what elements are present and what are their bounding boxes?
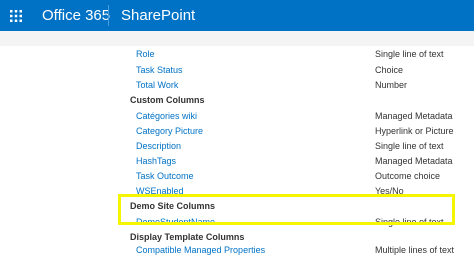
list-item: Catégories wiki Managed Metadata — [0, 108, 474, 124]
column-name-link[interactable]: HashTags — [136, 153, 176, 169]
column-type: Managed Metadata — [375, 111, 453, 121]
column-name-link[interactable]: Total Work — [136, 77, 178, 93]
list-item: Category Picture Hyperlink or Picture — [0, 123, 474, 139]
column-name-link[interactable]: Compatible Managed Properties — [136, 242, 265, 258]
list-item: Total Work Number — [0, 77, 474, 93]
column-type: Number — [375, 80, 408, 90]
column-name-link[interactable]: Category Picture — [136, 123, 203, 139]
group-row: Demo Site Columns — [0, 198, 474, 214]
site-columns-list: Role Single line of text Task Status Cho… — [0, 46, 474, 255]
column-name-link[interactable]: Task Status — [136, 62, 183, 78]
list-item: Task Status Choice — [0, 62, 474, 78]
column-type: Hyperlink or Picture — [375, 126, 454, 136]
group-header: Demo Site Columns — [130, 201, 216, 211]
column-type: Yes/No — [375, 186, 404, 196]
list-item: Role Single line of text — [0, 46, 474, 62]
column-type: Outcome choice — [375, 171, 441, 181]
group-header: Custom Columns — [130, 95, 205, 105]
list-item: HashTags Managed Metadata — [0, 153, 474, 169]
app-launcher-button[interactable] — [0, 0, 31, 31]
column-name-link[interactable]: WSEnabled — [136, 183, 184, 199]
column-type: Multiple lines of text — [375, 245, 455, 255]
suite-bar: Office 365 SharePoint — [0, 0, 474, 31]
list-item: DemoStudentName Single line of text — [0, 214, 474, 230]
column-name-link[interactable]: Task Outcome — [136, 168, 194, 184]
group-row: Custom Columns — [0, 92, 474, 108]
office365-brand-link[interactable]: Office 365 — [42, 6, 110, 25]
column-type: Single line of text — [375, 49, 444, 59]
column-name-link[interactable]: Description — [136, 138, 181, 154]
list-item: WSEnabled Yes/No — [0, 183, 474, 199]
column-name-link[interactable]: Catégories wiki — [136, 108, 197, 124]
list-item: Task Outcome Outcome choice — [0, 168, 474, 184]
ribbon-bar — [0, 31, 474, 46]
column-type: Single line of text — [375, 141, 444, 151]
column-type: Single line of text — [375, 217, 444, 227]
list-item: Compatible Managed Properties Multiple l… — [0, 242, 474, 258]
column-type: Managed Metadata — [375, 156, 453, 166]
waffle-icon — [9, 9, 22, 22]
column-name-link[interactable]: DemoStudentName — [136, 214, 215, 230]
column-name-link[interactable]: Role — [136, 46, 155, 62]
sharepoint-app-link[interactable]: SharePoint — [121, 6, 195, 25]
column-type: Choice — [375, 65, 404, 75]
suite-bar-divider — [108, 5, 109, 26]
list-item: Description Single line of text — [0, 138, 474, 154]
